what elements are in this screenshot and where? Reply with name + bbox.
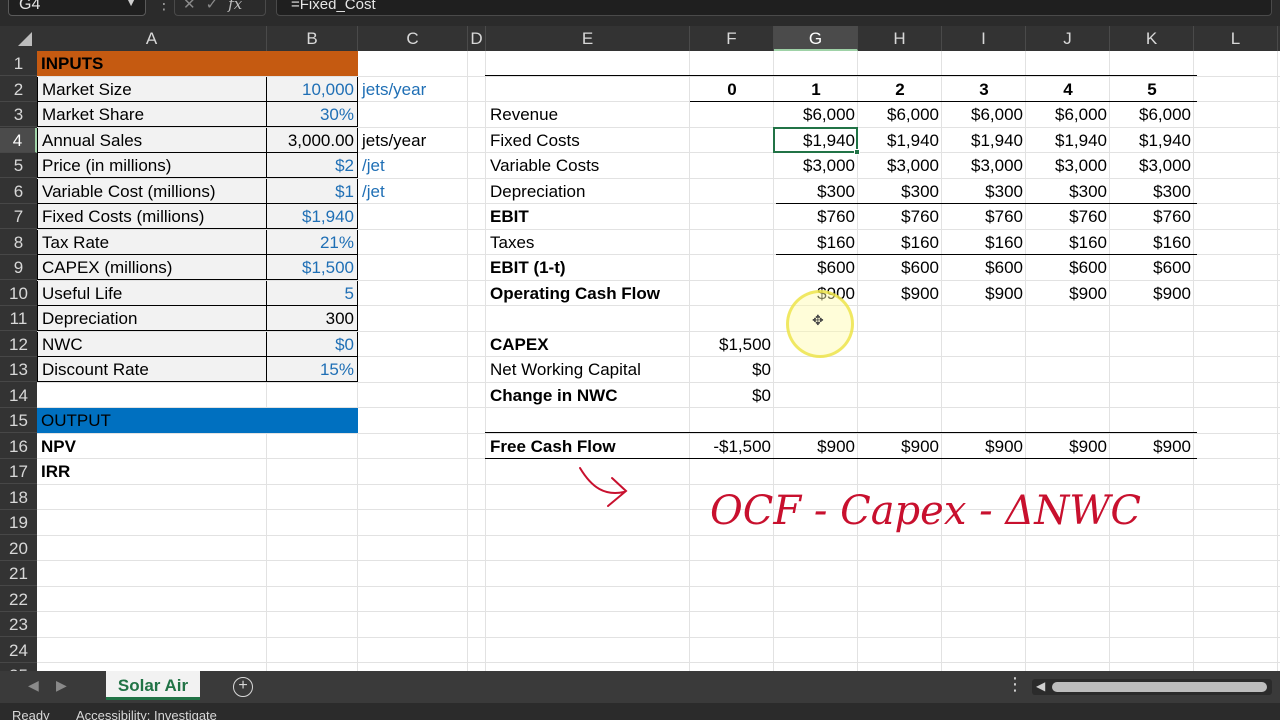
handwritten-arrow — [579, 467, 628, 507]
handwritten-annotation: OCF - Capex - ΔNWC — [579, 467, 1141, 534]
handwritten-formula: OCF - Capex - ΔNWC — [710, 488, 1141, 534]
